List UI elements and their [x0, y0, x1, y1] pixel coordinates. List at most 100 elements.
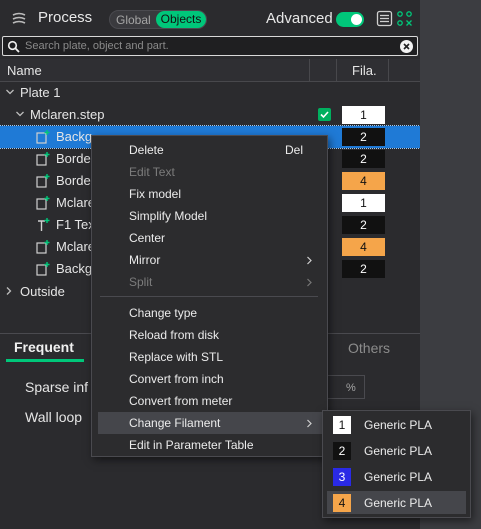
filament-option[interactable]: 3 Generic PLA: [327, 465, 466, 488]
filament-name: Generic PLA: [364, 444, 433, 458]
chevron-right-icon: [307, 278, 312, 287]
menu-item-convert-from-inch[interactable]: Convert from inch: [92, 368, 327, 390]
advanced-toggle[interactable]: [336, 12, 364, 27]
object-label: Mclaren.step: [30, 107, 105, 122]
text-part-icon: [38, 218, 50, 231]
filament-name: Generic PLA: [364, 470, 433, 484]
part-label: Borde: [56, 173, 91, 188]
column-divider: [309, 59, 310, 82]
part-label: Backg: [56, 129, 93, 144]
column-filament[interactable]: Fila.: [352, 63, 377, 78]
part-label: Borde: [56, 151, 91, 166]
menu-item-delete[interactable]: Delete Del: [92, 139, 327, 161]
menu-item-simplify-model[interactable]: Simplify Model: [92, 205, 327, 227]
menu-item-label: Convert from meter: [129, 394, 233, 408]
chevron-right-icon[interactable]: [4, 286, 14, 296]
filament-option[interactable]: 1 Generic PLA: [327, 413, 466, 436]
filament-swatch: 1: [333, 416, 351, 434]
menu-item-label: Center: [129, 231, 166, 245]
toggle-knob: [351, 14, 362, 25]
filament-badge[interactable]: 2: [342, 260, 385, 278]
menu-item-label: Edit Text: [129, 165, 175, 179]
clear-search-icon[interactable]: [400, 40, 413, 53]
tab-others[interactable]: Others: [348, 340, 390, 356]
advanced-label: Advanced: [266, 10, 333, 27]
menu-item-label: Simplify Model: [129, 209, 208, 223]
filament-badge[interactable]: 1: [342, 194, 385, 212]
mode-global-option[interactable]: Global: [116, 13, 151, 27]
menu-item-center[interactable]: Center: [92, 227, 327, 249]
menu-item-label: Change Filament: [129, 416, 221, 430]
filament-swatch: 3: [333, 468, 351, 486]
filament-swatch: 2: [333, 442, 351, 460]
chevron-right-icon: [307, 256, 312, 265]
tab-active-indicator: [6, 359, 84, 362]
part-icon: [36, 196, 50, 210]
chevron-down-icon[interactable]: [5, 87, 15, 97]
plate-label: Plate 1: [20, 85, 61, 100]
part-icon: [36, 130, 50, 144]
menu-item-label: Convert from inch: [129, 372, 224, 386]
menu-item-split: Split: [92, 271, 327, 293]
filament-option[interactable]: 4 Generic PLA: [327, 491, 466, 514]
part-icon: [36, 174, 50, 188]
chevron-right-icon: [307, 419, 312, 428]
menu-item-label: Mirror: [129, 253, 161, 267]
part-label: Mclare: [56, 195, 96, 210]
object-list-header: Name Fila.: [0, 59, 420, 82]
outside-label: Outside: [20, 284, 65, 299]
filament-name: Generic PLA: [364, 418, 433, 432]
filament-swatch: 4: [333, 494, 351, 512]
menu-item-label: Delete: [129, 143, 164, 157]
part-icon: [36, 240, 50, 254]
part-label: F1 Tex: [56, 217, 95, 232]
mode-objects-option[interactable]: Objects: [156, 11, 206, 28]
filament-badge[interactable]: 2: [342, 150, 385, 168]
menu-item-label: Change type: [129, 306, 198, 320]
wall-loops-label: Wall loop: [25, 409, 83, 425]
search-box[interactable]: [2, 36, 418, 56]
menu-item-edit-in-parameter-table[interactable]: Edit in Parameter Table: [92, 434, 327, 456]
menu-item-mirror[interactable]: Mirror: [92, 249, 327, 271]
process-title: Process: [38, 9, 93, 26]
menu-item-label: Reload from disk: [129, 328, 220, 342]
menu-item-change-filament[interactable]: Change Filament: [98, 412, 323, 434]
tab-frequent[interactable]: Frequent: [14, 339, 74, 355]
column-divider: [336, 59, 337, 82]
tree-row-object[interactable]: Mclaren.step 1: [0, 104, 420, 126]
menu-item-reload-from-disk[interactable]: Reload from disk: [92, 324, 327, 346]
menu-item-label: Edit in Parameter Table: [129, 438, 254, 452]
checkbox-icon[interactable]: [318, 108, 331, 121]
menu-item-replace-with-stl[interactable]: Replace with STL: [92, 346, 327, 368]
parameter-table-icon[interactable]: [376, 10, 393, 27]
sparse-infill-label: Sparse inf: [25, 379, 89, 395]
menu-item-label: Split: [129, 275, 153, 289]
tree-row-plate[interactable]: Plate 1: [0, 82, 420, 104]
filament-badge[interactable]: 2: [342, 216, 385, 234]
compare-presets-icon[interactable]: [396, 10, 413, 27]
mode-toggle[interactable]: Global Objects: [109, 10, 207, 29]
part-label: Backg: [56, 261, 93, 276]
filament-option[interactable]: 2 Generic PLA: [327, 439, 466, 462]
filament-submenu: 1 Generic PLA 2 Generic PLA 3 Generic PL…: [322, 410, 471, 518]
menu-item-convert-from-meter[interactable]: Convert from meter: [92, 390, 327, 412]
search-icon: [7, 40, 20, 53]
column-name[interactable]: Name: [7, 63, 42, 78]
filament-badge[interactable]: 4: [342, 238, 385, 256]
filament-badge[interactable]: 4: [342, 172, 385, 190]
part-icon: [36, 152, 50, 166]
filament-badge[interactable]: 2: [342, 128, 385, 146]
chevron-down-icon[interactable]: [15, 109, 25, 119]
menu-item-label: Replace with STL: [129, 350, 224, 364]
context-menu: Delete Del Edit Text Fix model Simplify …: [91, 135, 328, 457]
search-input[interactable]: [25, 38, 395, 54]
column-divider: [388, 59, 389, 82]
menu-item-label: Fix model: [129, 187, 182, 201]
menu-item-edit-text: Edit Text: [92, 161, 327, 183]
menu-item-fix-model[interactable]: Fix model: [92, 183, 327, 205]
filament-name: Generic PLA: [364, 496, 433, 510]
menu-item-change-type[interactable]: Change type: [92, 302, 327, 324]
filament-badge[interactable]: 1: [342, 106, 385, 124]
process-icon: [12, 12, 26, 24]
part-label: Mclare: [56, 239, 96, 254]
